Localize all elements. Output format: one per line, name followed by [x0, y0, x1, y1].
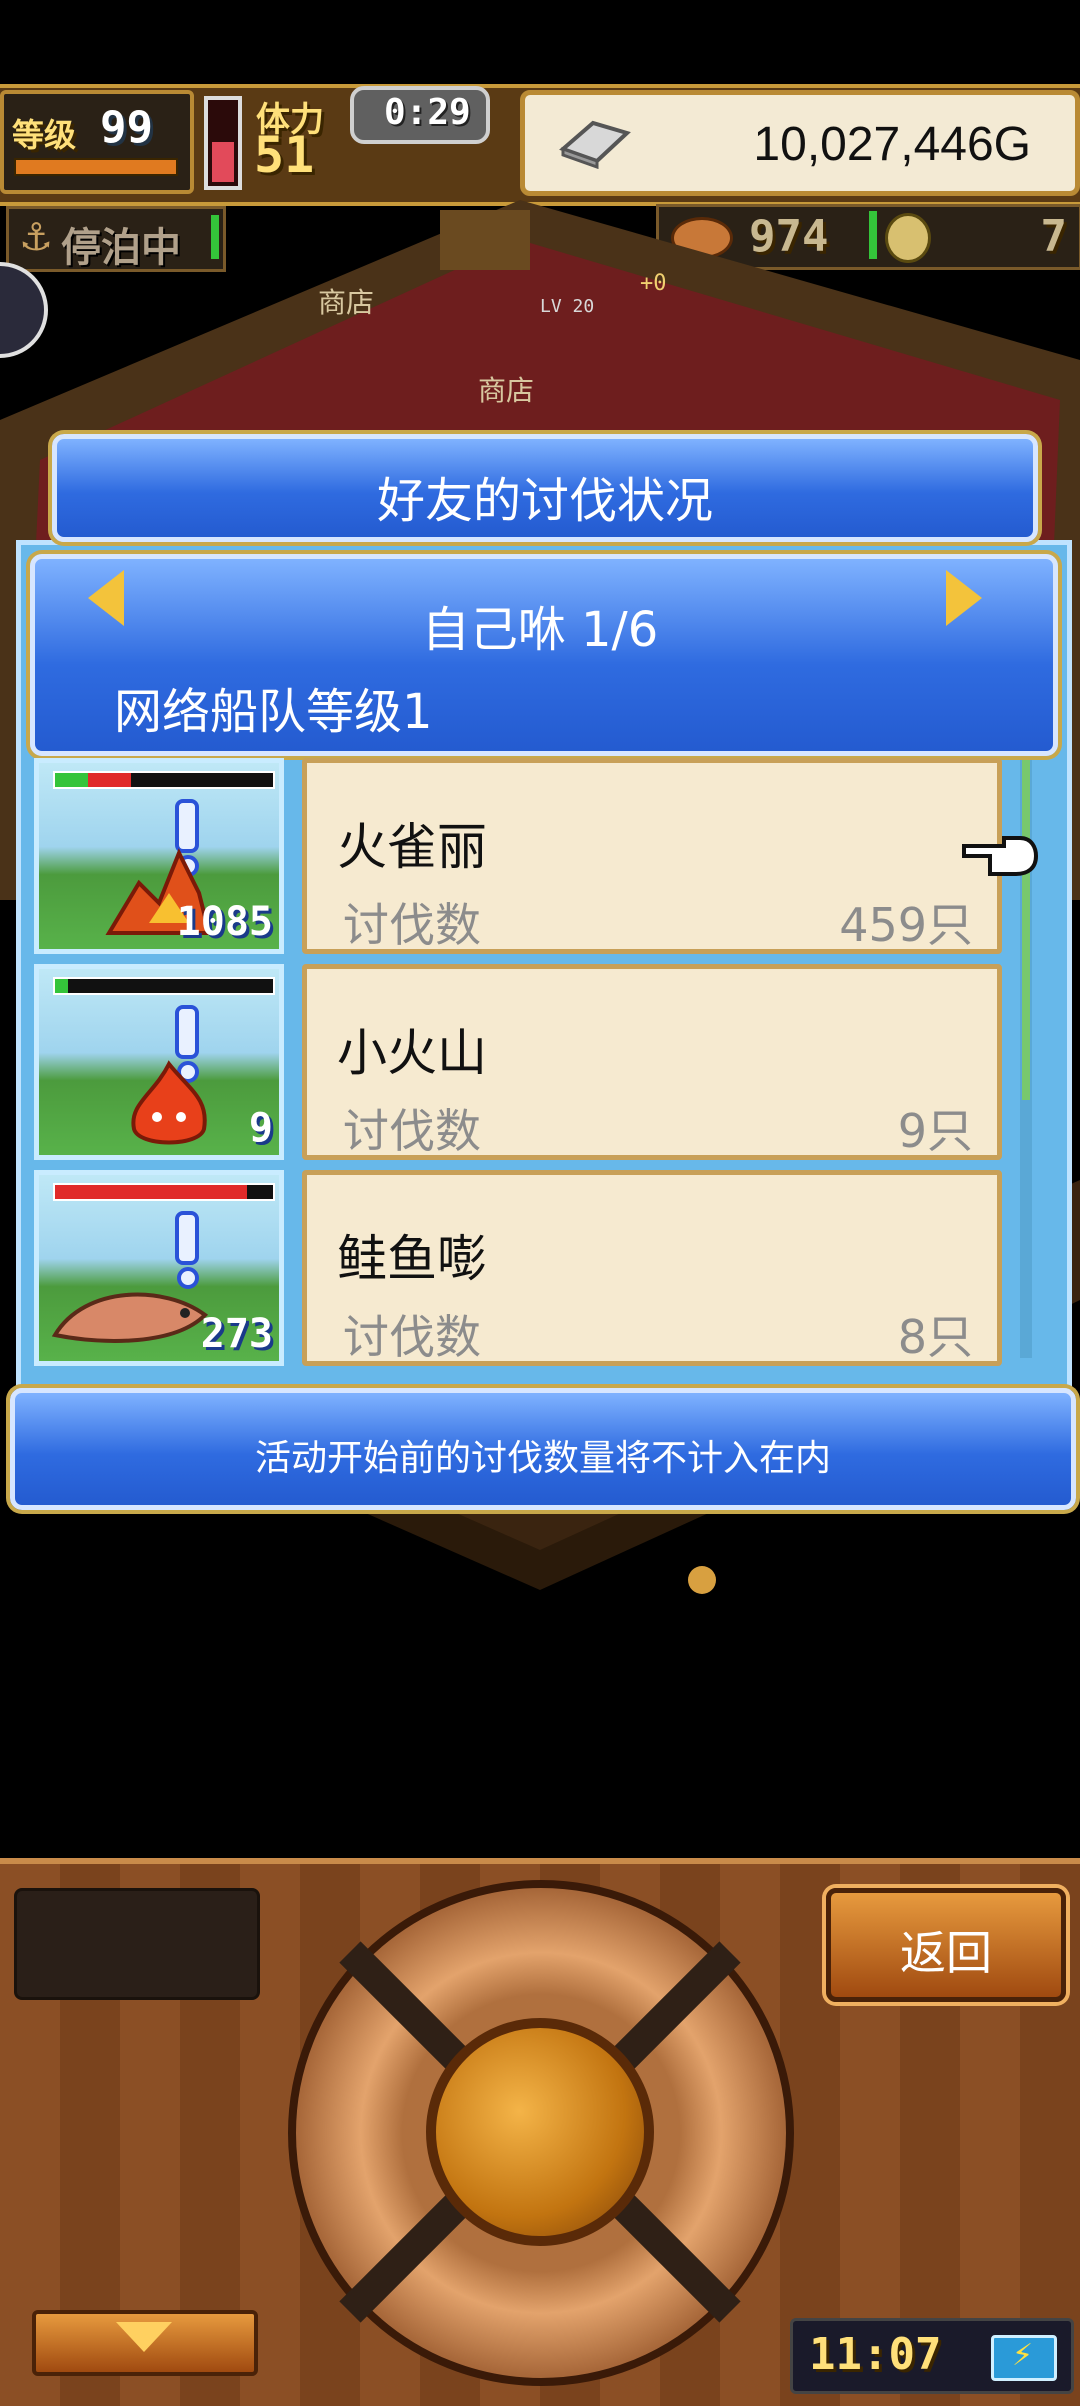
dialog-title: 好友的讨伐状况 [376, 473, 713, 529]
stamina-value: 51 [254, 126, 315, 184]
alert-icon [175, 1005, 199, 1059]
thumbnail-count: 1085 [176, 899, 273, 945]
exp-bar [14, 158, 178, 176]
kill-count-label: 讨伐数 [343, 1310, 481, 1364]
monster-thumbnail: 1085 [34, 758, 284, 954]
shop-sign-2: 商店 [478, 374, 534, 407]
back-button[interactable]: 返回 [826, 1888, 1066, 2002]
fleet-level-label: 网络船队等级1 [114, 684, 433, 740]
action-button[interactable] [426, 2018, 654, 2246]
notice-bar: 活动开始前的讨伐数量将不计入在内 [10, 1388, 1076, 1510]
pointing-hand-icon [962, 836, 1039, 876]
stamina-fill [212, 142, 234, 182]
npc-bonus: +0 [640, 271, 667, 296]
gold-amount: 10,027,446G [753, 118, 1031, 171]
kill-count-label: 讨伐数 [343, 898, 481, 952]
hp-bar [53, 771, 275, 789]
battery-icon: ⚡ [991, 2335, 1057, 2381]
monster-name: 小火山 [337, 1024, 487, 1082]
list-item[interactable]: 9 小火山 讨伐数 9只 [34, 964, 1004, 1160]
page-indicator: 自己咻 1/6 [421, 602, 659, 658]
kill-count-value: 459只 [839, 898, 973, 952]
level-label: 等级 [12, 116, 77, 154]
mini-screen [14, 1888, 260, 2000]
back-button-label: 返回 [900, 1926, 992, 1980]
silver-ingot-icon [559, 120, 631, 169]
dialog-title-bar: 好友的讨伐状况 [52, 434, 1038, 542]
timer-text: 0:29 [384, 92, 471, 133]
monster-thumbnail: 9 [34, 964, 284, 1160]
scrollbar-thumb[interactable] [1022, 760, 1030, 1100]
list-item[interactable]: 273 鲑鱼嘭 讨伐数 8只 [34, 1170, 1004, 1366]
list-item[interactable]: 1085 火雀丽 讨伐数 459只 [34, 758, 1004, 954]
kill-count-value: 8只 [897, 1310, 973, 1364]
sailor-sprite [688, 1566, 716, 1594]
salmon-icon [51, 1292, 209, 1343]
hp-bar [53, 1183, 275, 1201]
notice-text: 活动开始前的讨伐数量将不计入在内 [254, 1438, 831, 1479]
side-menu-icon[interactable] [0, 262, 48, 358]
level-value: 99 [100, 102, 153, 153]
monster-info-card: 鲑鱼嘭 讨伐数 8只 [302, 1170, 1002, 1366]
shop-sign-1: 商店 [318, 286, 374, 319]
fire-spirit-icon [131, 1060, 207, 1145]
alert-icon [175, 1211, 199, 1265]
stamina-gauge [204, 96, 242, 190]
npc-level: LV 20 [540, 296, 594, 317]
monster-info-card: 火雀丽 讨伐数 459只 [302, 758, 1002, 954]
chevron-down-icon [116, 2322, 172, 2352]
monster-name: 鲑鱼嘭 [337, 1230, 487, 1288]
timer-display: 0:29 [350, 86, 490, 144]
kill-count-label: 讨伐数 [343, 1104, 481, 1158]
thumbnail-count: 273 [200, 1311, 273, 1357]
gold-display: 10,027,446G [520, 90, 1080, 196]
level-display: 等级 99 [0, 90, 194, 194]
kill-count-value: 9只 [897, 1104, 973, 1158]
thumbnail-count: 9 [248, 1105, 273, 1151]
clock-display: 11:07 ⚡ [790, 2318, 1074, 2394]
monster-name: 火雀丽 [337, 818, 487, 876]
monster-info-card: 小火山 讨伐数 9只 [302, 964, 1002, 1160]
monster-thumbnail: 273 [34, 1170, 284, 1366]
clock-text: 11:07 [809, 2329, 942, 2380]
hp-bar [53, 977, 275, 995]
